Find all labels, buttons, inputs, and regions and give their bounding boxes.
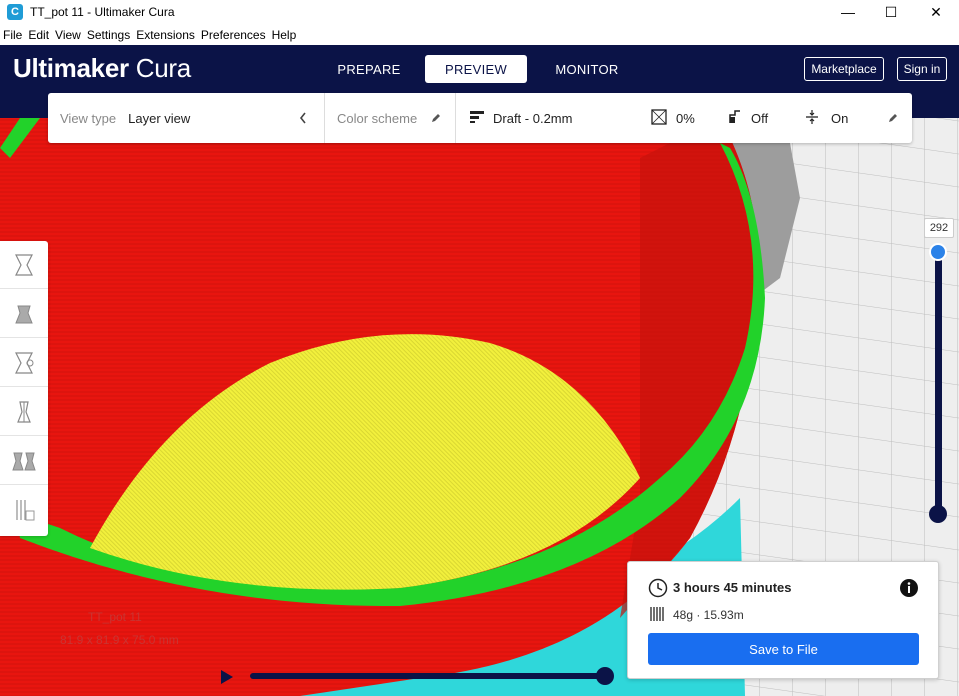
minimize-button[interactable]: — [825,0,871,24]
window-title: TT_pot 11 - Ultimaker Cura [30,5,175,19]
tab-monitor[interactable]: MONITOR [547,55,627,83]
menu-edit[interactable]: Edit [28,28,49,42]
infill-value: 0% [676,110,695,126]
spool-icon [649,605,667,626]
mirror-tool-icon[interactable] [0,388,48,436]
scale-tool-icon[interactable] [0,290,48,338]
print-info-panel: 3 hours 45 minutes 48g · 15.93m Save to … [627,561,939,679]
view-type-label: View type [60,110,117,126]
layer-slider-track[interactable] [935,252,942,514]
tool-panel [0,241,48,536]
print-settings-selector[interactable]: Draft - 0.2mm [469,93,572,143]
simulation-track[interactable] [250,673,606,679]
chevron-left-icon[interactable] [298,93,308,143]
object-dimensions: 81.9 x 81.9 x 75.0 mm [60,633,179,647]
per-model-settings-icon[interactable] [0,437,48,485]
menu-help[interactable]: Help [272,28,297,42]
menu-file[interactable]: File [3,28,22,42]
object-name: TT_pot 11 [88,610,142,624]
print-time: 3 hours 45 minutes [673,580,792,595]
info-icon[interactable] [899,578,919,601]
support-icon [728,109,742,128]
view-type-value: Layer view [128,110,191,126]
tab-prepare[interactable]: PREPARE [329,55,409,83]
view-type-selector[interactable]: View type Layer view [60,93,190,143]
menu-view[interactable]: View [55,28,81,42]
material-usage: 48g · 15.93m [673,608,744,622]
profile-icon [469,110,485,127]
sign-in-button[interactable]: Sign in [897,57,947,81]
color-scheme-label: Color scheme [337,110,418,126]
menu-settings[interactable]: Settings [87,28,130,42]
tab-preview[interactable]: PREVIEW [425,55,527,83]
play-icon[interactable] [219,668,235,689]
infill-icon [651,108,667,128]
save-to-file-button[interactable]: Save to File [648,633,919,665]
layer-slider-upper-handle[interactable] [929,243,947,261]
adhesion-icon [805,109,819,128]
marketplace-button[interactable]: Marketplace [804,57,884,81]
support-blocker-icon[interactable] [0,486,48,534]
simulation-handle[interactable] [596,667,614,685]
window-titlebar: C TT_pot 11 - Ultimaker Cura — ☐ ✕ [0,0,959,24]
menu-extensions[interactable]: Extensions [136,28,195,42]
move-tool-icon[interactable] [0,241,48,289]
adhesion-value: On [831,110,849,126]
view-toolbar: View type Layer view Color scheme Draft … [48,93,912,143]
maximize-button[interactable]: ☐ [868,0,914,24]
clock-icon [648,578,668,601]
support-value: Off [751,110,769,126]
layer-number-label[interactable]: 292 [924,218,954,238]
layer-slider-lower-handle[interactable] [929,505,947,523]
rotate-tool-icon[interactable] [0,339,48,387]
ultimaker-cura-logo: Ultimaker Cura [13,53,191,83]
menubar: File Edit View Settings Extensions Prefe… [0,24,959,45]
profile-value: Draft - 0.2mm [493,110,573,126]
color-scheme-selector[interactable]: Color scheme [337,93,417,143]
close-button[interactable]: ✕ [913,0,959,24]
cura-app-icon: C [7,4,23,20]
menu-preferences[interactable]: Preferences [201,28,266,42]
pencil-icon[interactable] [887,93,899,143]
pencil-icon[interactable] [430,93,442,143]
